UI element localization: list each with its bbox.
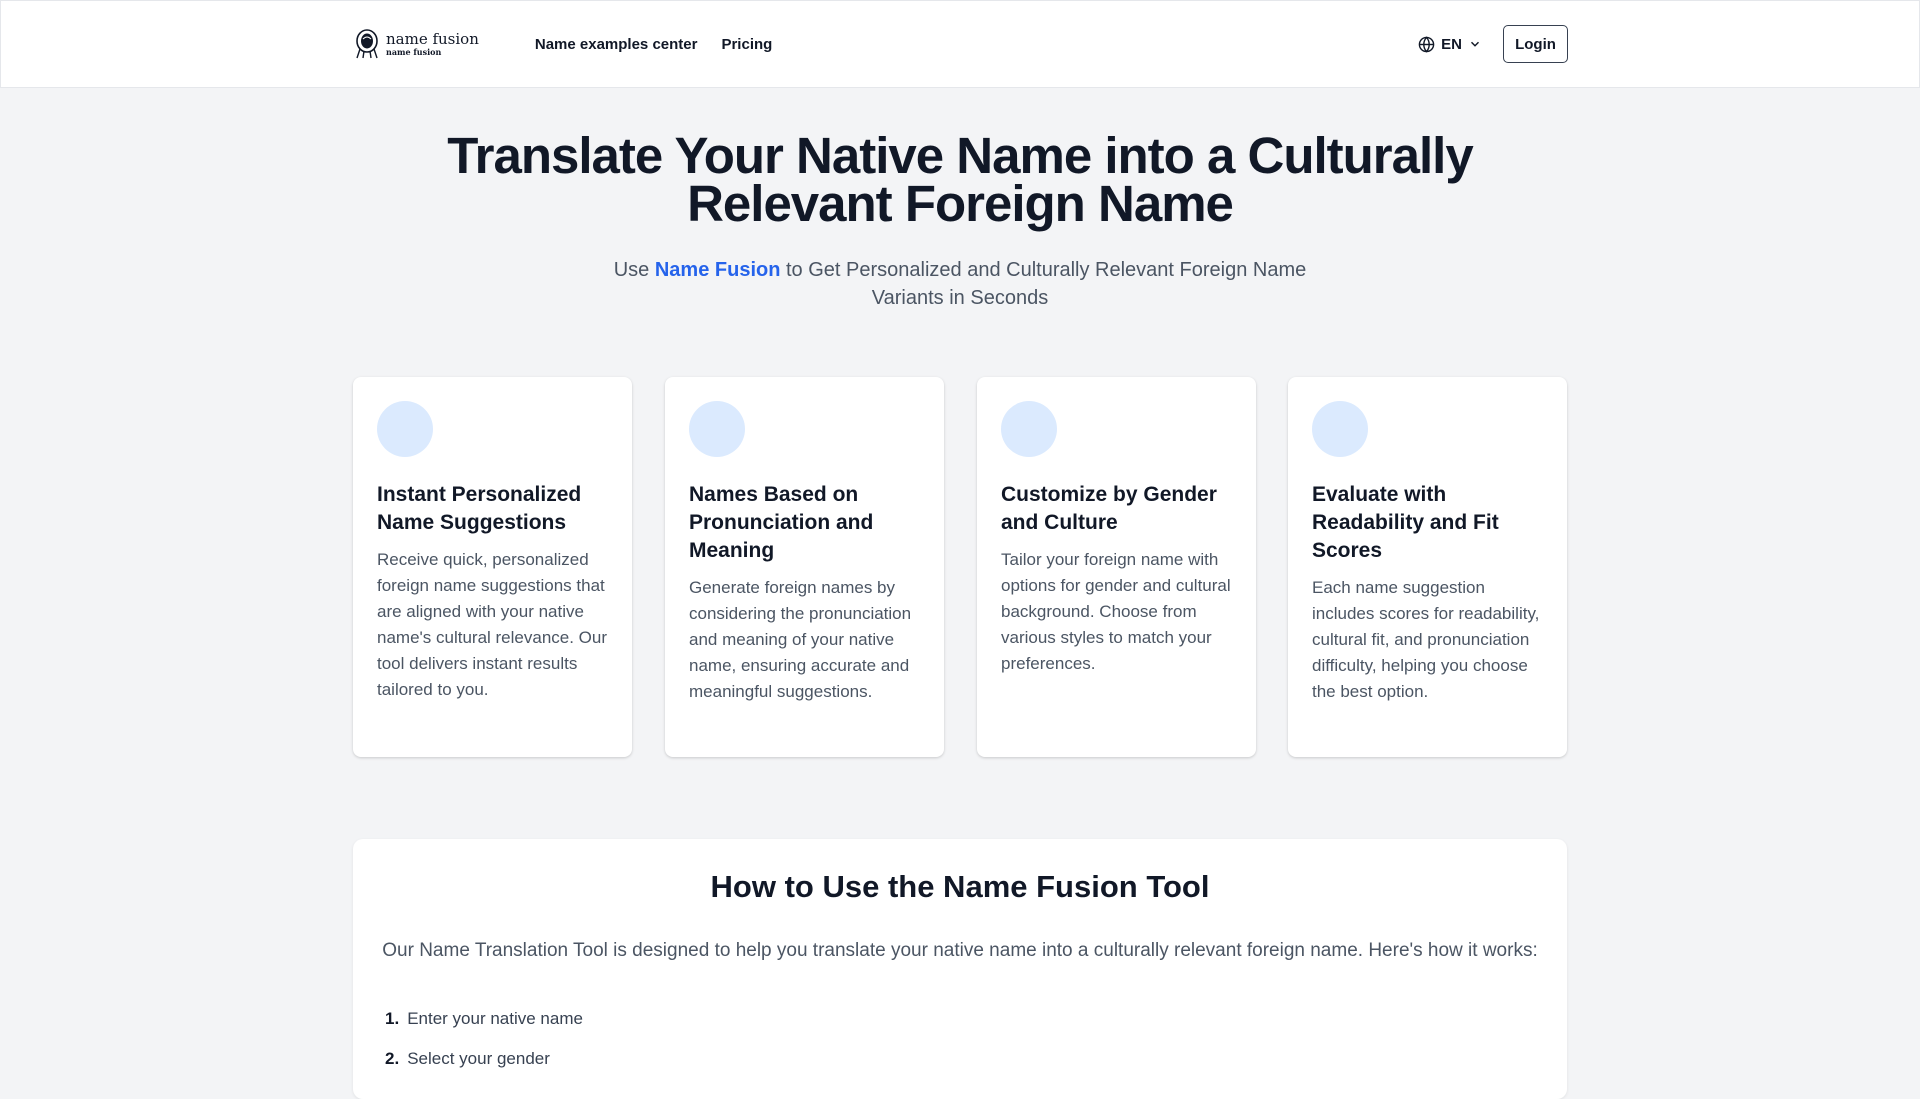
feature-icon [689,401,745,457]
feature-card: Evaluate with Readability and Fit Scores… [1288,377,1567,757]
feature-card: Names Based on Pronunciation and Meaning… [665,377,944,757]
logo-main-text: name fusion [386,30,479,48]
login-button[interactable]: Login [1503,25,1568,63]
hero-subtitle: Use Name Fusion to Get Personalized and … [580,256,1340,312]
step-text: Enter your native name [407,1009,583,1028]
feature-description: Receive quick, personalized foreign name… [377,550,608,699]
feature-title: Instant Personalized Name Suggestions [377,483,582,534]
hero-title: Translate Your Native Name into a Cultur… [447,127,1473,232]
step-number: 2. [385,1049,400,1068]
feature-title: Evaluate with Readability and Fit Scores [1312,483,1499,562]
feature-description: Generate foreign names by considering th… [689,578,912,701]
hero-subtitle-suffix: to Get Personalized and Culturally Relev… [780,259,1307,309]
logo-text: name fusion name fusion [386,30,479,57]
feature-card: Instant Personalized Name Suggestions Re… [353,377,632,757]
how-to-steps: 1. Enter your native name 2. Select your… [385,999,583,1079]
feature-description: Each name suggestion includes scores for… [1312,578,1540,701]
language-code: EN [1441,35,1462,53]
feature-cards: Instant Personalized Name Suggestions Re… [353,377,1567,757]
logo[interactable]: name fusion name fusion [354,24,479,64]
feature-icon [1312,401,1368,457]
hero-subtitle-brand: Name Fusion [654,259,781,281]
hero-subtitle-prefix: Use [613,259,655,281]
logo-sub-text: name fusion [386,47,442,57]
feature-title: Names Based on Pronunciation and Meaning [689,483,874,562]
how-to-intro: Our Name Translation Tool is designed to… [382,940,1538,961]
nav-link-name-examples[interactable]: Name examples center [535,36,698,53]
step-item: 1. Enter your native name [385,999,583,1039]
feature-icon [377,401,433,457]
step-number: 1. [385,1009,400,1028]
chevron-down-icon [1470,41,1480,47]
language-selector[interactable]: EN [1418,36,1482,53]
feature-description: Tailor your foreign name with options fo… [1001,550,1231,673]
feature-title: Customize by Gender and Culture [1001,483,1217,534]
step-text: Select your gender [407,1049,550,1068]
navbar-inner: name fusion name fusion Name examples ce… [354,1,1568,87]
feature-card: Customize by Gender and Culture Tailor y… [977,377,1256,757]
logo-icon [356,29,378,59]
top-navbar: name fusion name fusion Name examples ce… [0,0,1920,88]
nav-right: EN Login [1418,25,1568,63]
how-to-section: How to Use the Name Fusion Tool Our Name… [353,839,1567,1099]
nav-link-pricing[interactable]: Pricing [721,36,772,53]
nav-links: Name examples center Pricing [535,36,772,53]
how-to-title: How to Use the Name Fusion Tool [710,869,1210,904]
globe-icon [1418,35,1435,53]
step-item: 2. Select your gender [385,1039,583,1079]
feature-icon [1001,401,1057,457]
